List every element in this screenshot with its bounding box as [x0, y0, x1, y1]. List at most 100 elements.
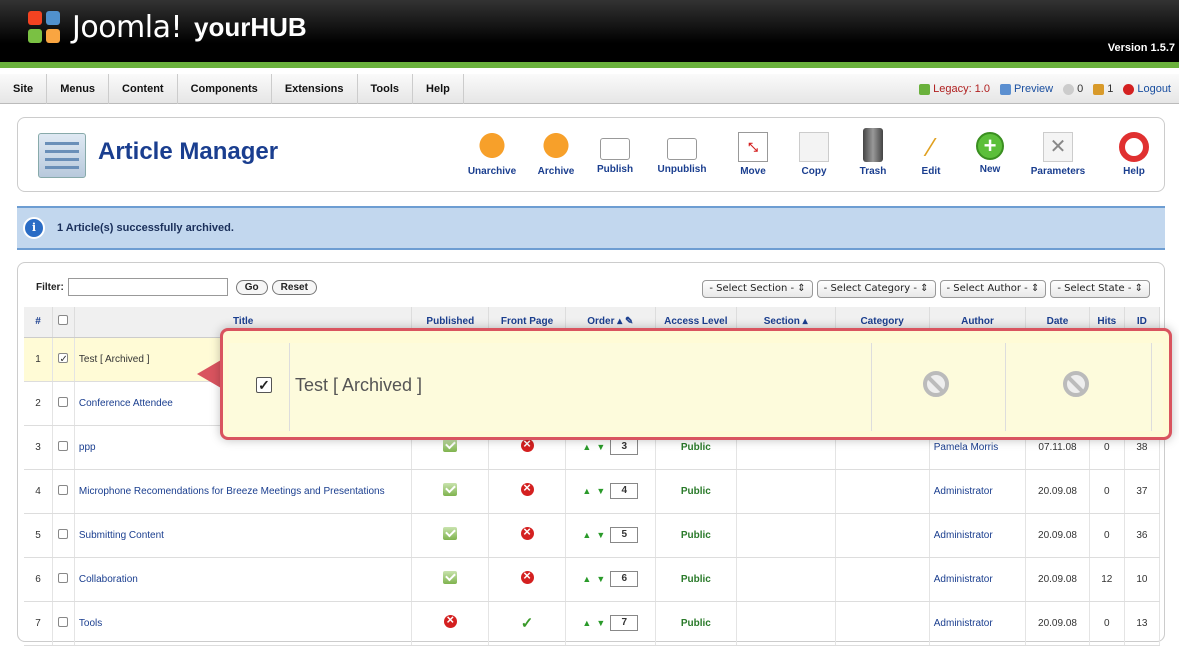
author-link[interactable]: Administrator — [929, 601, 1027, 646]
unarchive-button[interactable]: Unarchive — [462, 132, 522, 177]
menu-menus[interactable]: Menus — [47, 73, 110, 104]
menu-extensions[interactable]: Extensions — [272, 73, 358, 104]
parameters-button[interactable]: ✕ Parameters — [1028, 132, 1088, 177]
published-icon[interactable] — [443, 527, 458, 540]
row-checkbox[interactable] — [58, 396, 69, 407]
preview-link[interactable]: Preview — [999, 83, 1053, 95]
filter-input[interactable] — [67, 278, 228, 296]
legacy-status[interactable]: Legacy: 1.0 — [919, 83, 990, 95]
order-input[interactable]: 4 — [610, 483, 639, 499]
order-input[interactable]: 3 — [610, 439, 639, 455]
row-checkbox[interactable] — [58, 484, 69, 495]
new-button[interactable]: + New — [960, 132, 1020, 175]
not-frontpage-icon[interactable] — [520, 568, 534, 584]
go-button[interactable]: Go — [235, 279, 268, 295]
help-label: Help — [1123, 166, 1145, 177]
menu-help[interactable]: Help — [413, 73, 464, 104]
move-up-icon[interactable]: ▲ — [582, 574, 591, 584]
col-select-all[interactable] — [52, 307, 75, 338]
move-down-icon[interactable]: ▼ — [596, 486, 605, 496]
article-title-link[interactable]: Collaboration — [74, 557, 413, 602]
not-frontpage-icon[interactable] — [520, 436, 534, 452]
table-row: 6 Collaboration ▲ ▼ 6 Public Administrator20.0… — [24, 557, 1161, 602]
move-down-icon[interactable]: ▼ — [596, 442, 605, 452]
save-order-icon[interactable]: ✎ — [625, 316, 633, 327]
row-checkbox-cell[interactable] — [52, 425, 75, 470]
published-icon[interactable] — [443, 571, 458, 584]
select-state[interactable]: - Select State - ⇕ — [1050, 280, 1150, 298]
move-down-icon[interactable]: ▼ — [596, 574, 605, 584]
table-row: 4 Microphone Recomendations for Breeze Me… — [24, 469, 1161, 514]
author-link[interactable]: Administrator — [929, 557, 1027, 602]
article-title-link[interactable]: Submitting Content — [74, 513, 413, 558]
row-number: 6 — [24, 557, 53, 602]
callout-checkbox[interactable]: ✓ — [256, 377, 272, 393]
not-frontpage-icon[interactable] — [520, 524, 534, 540]
move-down-icon[interactable]: ▼ — [596, 618, 605, 628]
move-up-icon[interactable]: ▲ — [582, 530, 591, 540]
select-category[interactable]: - Select Category - ⇕ — [816, 280, 936, 298]
messages-status[interactable]: 0 — [1063, 83, 1083, 95]
order-input[interactable]: 7 — [610, 615, 639, 631]
published-icon[interactable] — [443, 439, 458, 452]
row-checkbox[interactable] — [58, 616, 69, 627]
archive-label: Archive — [537, 166, 575, 177]
move-up-icon[interactable]: ▲ — [582, 486, 591, 496]
unarchive-icon — [477, 132, 507, 162]
copy-button[interactable]: Copy — [784, 132, 844, 177]
access-level-link[interactable]: Public — [655, 513, 737, 558]
reset-button[interactable]: Reset — [271, 279, 317, 295]
row-checkbox-cell[interactable] — [52, 601, 75, 646]
move-up-icon[interactable]: ▲ — [582, 618, 591, 628]
archive-button[interactable]: Archive — [526, 132, 586, 177]
menu-content[interactable]: Content — [109, 73, 178, 104]
move-button[interactable]: ⤡ Move — [723, 132, 783, 177]
logout-link[interactable]: Logout — [1123, 83, 1171, 95]
access-level-link[interactable]: Public — [655, 601, 737, 646]
row-checkbox-cell[interactable]: ✓ — [52, 337, 75, 382]
row-checkbox[interactable]: ✓ — [58, 353, 69, 365]
date-cell: 20.09.08 — [1025, 469, 1090, 514]
published-icon[interactable] — [443, 483, 458, 496]
edit-button[interactable]: ⁄ Edit — [901, 132, 961, 177]
access-level-link[interactable]: Public — [655, 557, 737, 602]
callout-divider — [1005, 343, 1006, 431]
unpublish-button[interactable]: Unpublish — [652, 132, 712, 175]
trash-button[interactable]: Trash — [843, 128, 903, 177]
article-title-link[interactable]: Microphone Recomendations for Breeze Mee… — [74, 469, 413, 514]
row-checkbox[interactable] — [58, 440, 69, 451]
menu-components[interactable]: Components — [178, 73, 272, 104]
order-cell: ▲ ▼ 7 — [565, 601, 656, 646]
row-checkbox-cell[interactable] — [52, 557, 75, 602]
order-input[interactable]: 5 — [610, 527, 639, 543]
row-checkbox-cell[interactable] — [52, 469, 75, 514]
row-checkbox[interactable] — [58, 572, 69, 583]
users-status[interactable]: 1 — [1093, 83, 1113, 95]
table-row: 7 Tools ✓ ▲ ▼ 7 Public Administrator20.09.08013 — [24, 601, 1161, 646]
help-button[interactable]: Help — [1104, 132, 1164, 177]
menu-tools[interactable]: Tools — [358, 73, 414, 104]
row-checkbox[interactable] — [58, 528, 69, 539]
author-link[interactable]: Administrator — [929, 469, 1027, 514]
new-icon: + — [976, 132, 1004, 160]
row-checkbox-cell[interactable] — [52, 381, 75, 426]
row-checkbox-cell[interactable] — [52, 513, 75, 558]
menu-site[interactable]: Site — [0, 73, 48, 104]
frontpage-check-icon[interactable]: ✓ — [521, 615, 534, 632]
id-cell: 36 — [1124, 513, 1161, 558]
row-number: 4 — [24, 469, 53, 514]
publish-button[interactable]: Publish — [585, 132, 645, 175]
select-author[interactable]: - Select Author - ⇕ — [939, 280, 1047, 298]
move-up-icon[interactable]: ▲ — [582, 442, 591, 452]
move-down-icon[interactable]: ▼ — [596, 530, 605, 540]
table-row: 5 Submitting Content ▲ ▼ 5 Public Administrato… — [24, 513, 1161, 558]
filter-label: Filter: — [36, 281, 64, 293]
order-input[interactable]: 6 — [610, 571, 639, 587]
select-all-checkbox[interactable] — [58, 315, 69, 326]
unpublished-icon[interactable] — [443, 612, 457, 628]
author-link[interactable]: Administrator — [929, 513, 1027, 558]
not-frontpage-icon[interactable] — [520, 480, 534, 496]
select-section[interactable]: - Select Section - ⇕ — [702, 280, 813, 298]
access-level-link[interactable]: Public — [655, 469, 737, 514]
article-title-link[interactable]: Tools — [74, 601, 413, 646]
